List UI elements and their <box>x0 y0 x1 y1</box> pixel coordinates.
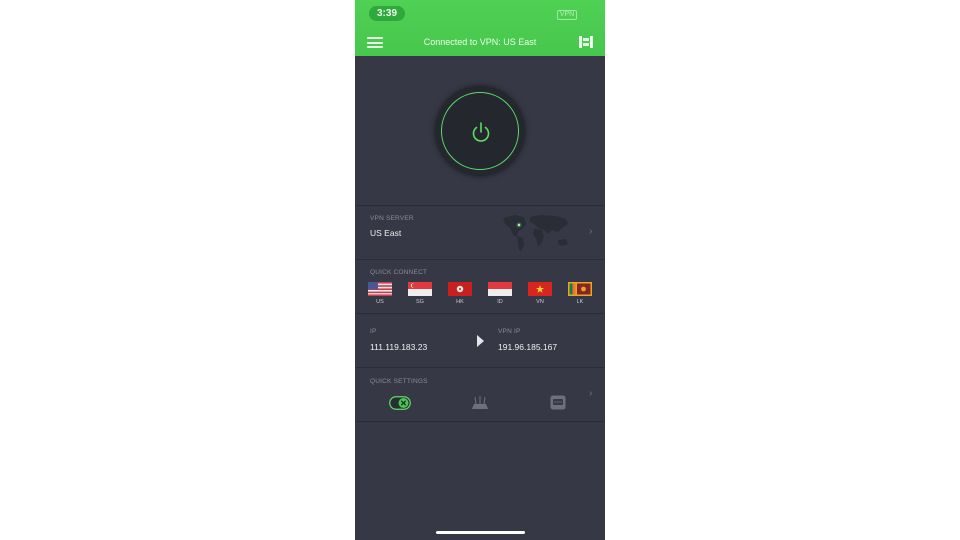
us-flag-icon <box>368 282 392 296</box>
power-icon <box>472 122 490 142</box>
country-code: LK <box>576 299 584 305</box>
home-indicator[interactable] <box>436 531 525 534</box>
quick-connect-us[interactable]: US <box>367 282 393 305</box>
lk-flag-icon <box>568 282 592 296</box>
divider <box>355 205 605 206</box>
quick-connect-lk[interactable]: LK <box>567 282 593 305</box>
vn-flag-icon <box>528 282 552 296</box>
quick-settings-label: QUICK SETTINGS <box>370 378 428 385</box>
server-list-icon[interactable] <box>579 36 593 48</box>
quick-connect-vn[interactable]: VN <box>527 282 553 305</box>
power-button[interactable] <box>441 92 519 170</box>
world-map-icon <box>503 215 568 251</box>
vpn-server-value: US East <box>370 228 402 238</box>
chevron-right-icon[interactable]: › <box>589 388 592 399</box>
browser-window-icon[interactable] <box>550 395 566 410</box>
quick-connect-id[interactable]: ID <box>487 282 513 305</box>
id-flag-icon <box>488 282 512 296</box>
sg-flag-icon <box>408 282 432 296</box>
divider <box>355 421 605 422</box>
country-code: ID <box>497 299 503 305</box>
country-code: US <box>376 299 384 305</box>
hamburger-menu-icon[interactable] <box>367 37 383 48</box>
vpn-ip-label: VPN IP <box>498 328 521 335</box>
header-bar: 3:39 VPN Connected to VPN: US East <box>355 0 605 56</box>
arrow-right-icon <box>477 335 484 347</box>
chevron-right-icon: › <box>589 226 593 237</box>
ip-label: IP <box>370 328 377 335</box>
divider <box>355 313 605 314</box>
ip-value: 111.119.183.23 <box>370 342 428 352</box>
router-icon[interactable] <box>471 396 489 410</box>
toggle-x-icon[interactable] <box>389 396 411 410</box>
connection-status-title: Connected to VPN: US East <box>423 37 537 47</box>
hk-flag-icon <box>448 282 472 296</box>
divider <box>355 367 605 368</box>
vpn-status-badge: VPN <box>557 10 577 20</box>
country-code: VN <box>536 299 544 305</box>
country-code: HK <box>456 299 464 305</box>
vpn-server-label: VPN SERVER <box>370 215 414 222</box>
divider <box>355 259 605 260</box>
quick-connect-label: QUICK CONNECT <box>370 269 428 276</box>
vpn-ip-value: 191.96.185.167 <box>498 342 558 352</box>
status-time: 3:39 <box>369 6 405 21</box>
quick-connect-flags: US SG HK ID VN LK <box>367 282 593 305</box>
country-code: SG <box>416 299 424 305</box>
phone-screen: 3:39 VPN Connected to VPN: US East VPN S… <box>355 0 605 540</box>
quick-connect-hk[interactable]: HK <box>447 282 473 305</box>
quick-connect-sg[interactable]: SG <box>407 282 433 305</box>
power-button-container <box>435 86 525 176</box>
